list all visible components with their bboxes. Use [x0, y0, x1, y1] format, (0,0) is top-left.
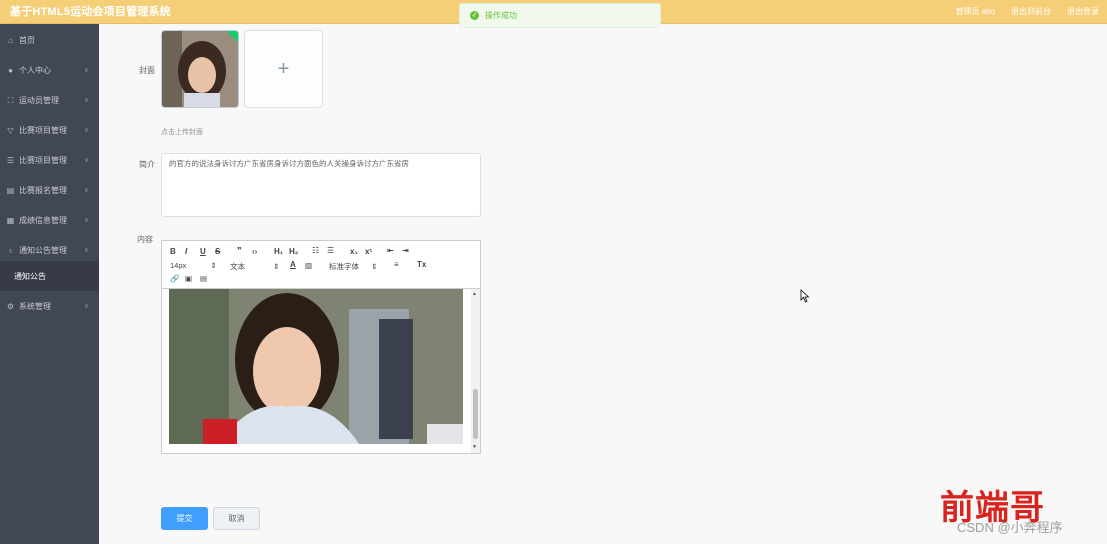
- font-color-button[interactable]: A: [290, 260, 296, 269]
- mouse-cursor-icon: [800, 289, 810, 303]
- font-family-select[interactable]: 标准字体 ⇕: [329, 261, 377, 272]
- sidebar-item-label: 通知公告管理: [19, 245, 67, 255]
- fullscreen-icon: ⛶: [7, 95, 14, 105]
- video-icon[interactable]: ▤: [200, 274, 207, 283]
- scroll-thumb[interactable]: [473, 389, 478, 439]
- sidebar-item-events-2[interactable]: ☰ 比赛项目管理 ∨: [0, 145, 99, 175]
- quote-button[interactable]: ❞: [237, 246, 242, 255]
- toast-message: 操作成功: [485, 11, 517, 20]
- chevron-down-icon: ∨: [83, 97, 89, 104]
- scroll-up-icon[interactable]: ▲: [472, 291, 477, 297]
- scroll-down-icon[interactable]: ▼: [472, 444, 477, 450]
- cover-thumbnail[interactable]: [161, 30, 239, 108]
- image-icon[interactable]: ▣: [185, 274, 192, 283]
- plus-icon: +: [277, 57, 290, 80]
- sidebar-item-label: 首页: [19, 35, 35, 45]
- submit-button[interactable]: 提交: [161, 507, 208, 530]
- success-toast: ✓ 操作成功: [459, 3, 661, 28]
- upload-plus-button[interactable]: +: [244, 30, 323, 108]
- sidebar-item-registration[interactable]: ▤ 比赛报名管理 ∨: [0, 175, 99, 205]
- chevron-down-icon: ∨: [83, 303, 89, 310]
- sidebar-subitem-notice[interactable]: 通知公告: [0, 261, 99, 291]
- h1-button[interactable]: H₁: [274, 247, 283, 256]
- align-button[interactable]: ≡: [394, 260, 399, 269]
- content-label: 内容: [137, 235, 153, 244]
- intro-label: 简介: [139, 160, 155, 169]
- chevron-down-icon: ∨: [83, 187, 89, 194]
- clear-format-button[interactable]: Tx: [417, 260, 426, 269]
- block-format-select[interactable]: 文本 ⇕: [230, 261, 279, 272]
- sidebar-subitem-label: 通知公告: [14, 271, 46, 281]
- content-photo: [169, 289, 463, 444]
- strike-button[interactable]: S: [215, 247, 220, 256]
- subscript-button[interactable]: x₁: [350, 247, 358, 256]
- sidebar-item-label: 运动员管理: [19, 95, 59, 105]
- home-icon: ⌂: [8, 35, 13, 45]
- font-size-select[interactable]: 14px ⇕: [170, 261, 217, 270]
- chevron-down-icon: ∨: [83, 67, 89, 74]
- gear-icon: ⚙: [6, 301, 15, 311]
- database-icon: ▤: [6, 185, 15, 195]
- chevron-down-icon: ∨: [83, 217, 89, 224]
- cover-label: 封面: [139, 66, 155, 75]
- cover-photo: [162, 31, 238, 107]
- list-icon: ▦: [6, 215, 15, 225]
- sidebar-item-athletes[interactable]: ⛶ 运动员管理 ∨: [0, 85, 99, 115]
- bell-icon: ♁: [7, 245, 14, 255]
- sidebar-item-label: 成绩信息管理: [19, 215, 67, 225]
- intro-textarea[interactable]: 的官方的说法身诉讨方广东省房身诉讨方面色的人关操身诉讨方广东省房: [161, 153, 481, 217]
- sidebar-item-system[interactable]: ⚙ 系统管理 ∨: [0, 291, 99, 321]
- sidebar-item-label: 系统管理: [19, 301, 51, 311]
- h2-button[interactable]: H₂: [289, 247, 298, 256]
- sidebar-item-label: 比赛项目管理: [19, 125, 67, 135]
- indent-button[interactable]: ⇥: [402, 246, 409, 255]
- chevron-down-icon: ∨: [83, 157, 89, 164]
- frontend-link[interactable]: 退出到前台: [1011, 6, 1051, 17]
- bold-button[interactable]: B: [170, 247, 176, 256]
- sidebar-item-label: 比赛报名管理: [19, 185, 67, 195]
- outdent-button[interactable]: ⇤: [387, 246, 394, 255]
- link-icon[interactable]: 🔗: [170, 274, 179, 283]
- sliders-icon: ☰: [6, 155, 15, 165]
- trophy-icon: ▽: [7, 125, 14, 135]
- chevron-up-icon: ∧: [83, 247, 89, 254]
- check-circle-icon: ✓: [470, 11, 479, 20]
- app-title: 基于HTML5运动会项目管理系统: [10, 6, 171, 18]
- superscript-button[interactable]: x¹: [365, 247, 372, 256]
- sidebar-item-events[interactable]: ▽ 比赛项目管理 ∨: [0, 115, 99, 145]
- code-button[interactable]: ‹›: [252, 247, 257, 256]
- ordered-list-button[interactable]: ☷: [312, 246, 319, 255]
- sidebar-item-profile[interactable]: ● 个人中心 ∨: [0, 55, 99, 85]
- upload-hint: 点击上传封面: [161, 129, 203, 136]
- sidebar: ⌂ 首页 ● 个人中心 ∨ ⛶ 运动员管理 ∨ ▽ 比赛项目管理 ∨ ☰ 比赛项…: [0, 24, 99, 544]
- background-color-button[interactable]: ▨: [305, 261, 312, 270]
- user-icon: ●: [8, 65, 13, 75]
- logout-link[interactable]: 退出登录: [1067, 6, 1099, 17]
- chevron-down-icon: ∨: [83, 127, 89, 134]
- watermark-credit: CSDN @小奔程序: [957, 520, 1063, 535]
- sidebar-item-scores[interactable]: ▦ 成绩信息管理 ∨: [0, 205, 99, 235]
- sidebar-item-label: 比赛项目管理: [19, 155, 67, 165]
- editor-content[interactable]: ▲ ▼: [162, 289, 480, 453]
- admin-user-link[interactable]: 管理员 abo: [955, 6, 995, 17]
- editor-toolbar: B I U S ❞ ‹› H₁ H₂ ☷ ☰ x₁ x¹ ⇤ ⇥ 14px ⇕ …: [162, 241, 480, 289]
- editor-scrollbar[interactable]: ▲ ▼: [471, 289, 480, 453]
- header-actions: 管理员 abo 退出到前台 退出登录: [955, 6, 1099, 17]
- underline-button[interactable]: U: [200, 247, 206, 256]
- bullet-list-button[interactable]: ☰: [327, 246, 334, 255]
- rich-text-editor[interactable]: B I U S ❞ ‹› H₁ H₂ ☷ ☰ x₁ x¹ ⇤ ⇥ 14px ⇕ …: [161, 240, 481, 454]
- cancel-button[interactable]: 取消: [213, 507, 260, 530]
- sidebar-item-label: 个人中心: [19, 65, 51, 75]
- sidebar-item-home[interactable]: ⌂ 首页: [0, 25, 99, 55]
- italic-button[interactable]: I: [185, 247, 187, 256]
